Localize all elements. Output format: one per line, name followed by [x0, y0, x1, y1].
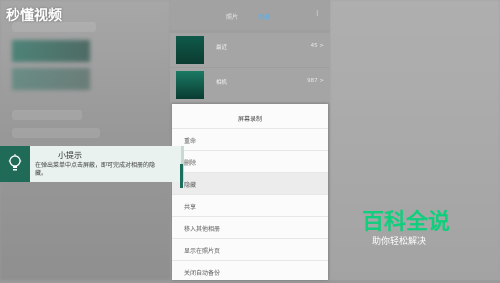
album-name: 最近 — [216, 45, 228, 51]
album-name: 相机 — [216, 80, 228, 86]
watermark-top-left: 秒懂视频 — [6, 8, 62, 24]
tip-text: 在弹出菜单中点击屏蔽，即可完成对相册的隐藏。 — [35, 162, 156, 177]
album-thumbnail — [176, 71, 204, 99]
album-count: 45 > — [310, 43, 324, 49]
menu-item-share[interactable]: 共享 — [172, 194, 328, 217]
left-blur-row — [12, 128, 100, 138]
tip-card: 小提示 在弹出菜单中点击屏蔽，即可完成对相册的隐藏。 — [30, 146, 184, 182]
context-menu: 屏幕录制 重命 删除 隐藏 共享 移入其他相册 显示在照片页 关闭自动备份 — [172, 104, 328, 280]
menu-item-delete[interactable]: 删除 — [172, 150, 328, 173]
left-thumbnail — [12, 68, 90, 90]
menu-item-show-in-photos[interactable]: 显示在照片页 — [172, 238, 328, 261]
tip-icon-block — [0, 146, 30, 182]
menu-item-rename[interactable]: 重命 — [172, 128, 328, 151]
tip-title: 小提示 — [58, 151, 82, 160]
plus-icon[interactable]: ⁝ — [316, 9, 324, 19]
tab-photos[interactable]: 照片 — [226, 12, 238, 21]
menu-item-move[interactable]: 移入其他相册 — [172, 216, 328, 239]
selection-marker — [180, 164, 183, 188]
watermark-bottom-right: 百科全说 助你轻松解决 — [350, 204, 480, 254]
album-item-recent[interactable]: 最近 45 > — [170, 33, 330, 67]
watermark-subtitle: 助你轻松解决 — [372, 237, 427, 247]
left-thumbnail — [12, 40, 90, 62]
left-blur-row — [12, 110, 82, 120]
album-item-camera[interactable]: 相机 987 > — [170, 68, 330, 102]
album-count: 987 > — [307, 78, 324, 84]
lightbulb-icon — [8, 154, 22, 171]
watermark-title: 百科全说 — [362, 210, 451, 235]
tab-albums[interactable]: 相册 — [258, 12, 270, 21]
album-thumbnail — [176, 36, 204, 64]
menu-item-hide[interactable]: 隐藏 — [172, 172, 328, 195]
menu-title: 屏幕录制 — [237, 116, 262, 123]
top-tab-bar: 照片 相册 ⁝ — [170, 0, 330, 30]
